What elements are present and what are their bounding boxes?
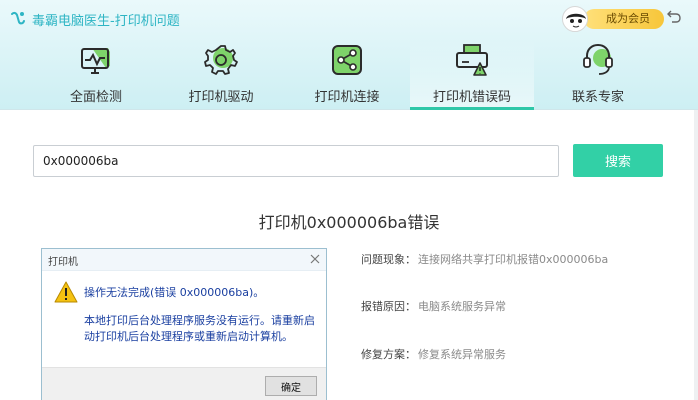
dialog-titlebar: 打印机 — [42, 249, 326, 271]
page-title: 打印机0x000006ba错误 — [258, 213, 440, 232]
error-dialog-screenshot: 打印机 操作无法完成(错误 0x000006ba)。 本地打印后台处理程序服务没… — [41, 248, 327, 400]
warning-icon — [54, 281, 78, 303]
app-logo-icon — [11, 11, 25, 25]
tab-printer-connect[interactable]: 打印机连接 — [285, 40, 409, 110]
search-input[interactable] — [33, 145, 559, 177]
tab-label: 全面检测 — [69, 90, 122, 105]
tab-printer-driver[interactable]: 打印机驱动 — [159, 40, 283, 110]
dialog-main-message: 操作无法完成(错误 0x000006ba)。 — [84, 286, 265, 299]
info-cause: 报错原因： 电脑系统服务异常 — [361, 298, 506, 314]
dialog-footer: 确定 — [42, 367, 326, 400]
dialog-detail-message: 本地打印后台处理程序服务没有运行。请重新启动打印机后台处理程序或重新启动计算机。 — [84, 314, 315, 343]
tab-label: 打印机驱动 — [188, 90, 254, 105]
dialog-title: 打印机 — [48, 257, 78, 268]
headset-icon — [583, 43, 613, 75]
tab-full-check[interactable]: 全面检测 — [34, 40, 158, 110]
gear-driver-icon — [204, 45, 238, 75]
avatar-face-icon — [564, 8, 587, 31]
tab-label: 打印机连接 — [314, 90, 380, 105]
become-member-button[interactable]: 成为会员 — [584, 9, 664, 29]
back-icon[interactable] — [664, 8, 684, 28]
active-tab-indicator — [410, 107, 534, 110]
share-connect-icon — [332, 45, 362, 75]
ok-button: 确定 — [265, 376, 317, 396]
tab-printer-error-code[interactable]: 打印机错误码 — [410, 40, 534, 110]
monitor-check-icon — [81, 48, 110, 74]
scrollbar[interactable] — [694, 110, 698, 400]
top-header: 毒霸电脑医生-打印机问题 成为会员 全面检测 打印机驱动 打印机连接 打印机错误… — [0, 0, 698, 110]
info-label: 报错原因： — [361, 300, 416, 313]
info-value: 电脑系统服务异常 — [418, 300, 506, 313]
info-label: 问题现象： — [361, 253, 416, 266]
tab-contact-expert[interactable]: 联系专家 — [536, 40, 660, 110]
avatar[interactable] — [562, 6, 588, 32]
tab-label: 联系专家 — [571, 90, 624, 105]
app-title: 毒霸电脑医生-打印机问题 — [32, 14, 180, 29]
info-value: 连接网络共享打印机报错0x000006ba — [418, 253, 609, 266]
info-fix: 修复方案： 修复系统异常服务 — [361, 346, 506, 362]
printer-warning-icon — [456, 44, 488, 76]
info-symptom: 问题现象： 连接网络共享打印机报错0x000006ba — [361, 251, 608, 267]
info-label: 修复方案： — [361, 348, 416, 361]
tab-label: 打印机错误码 — [432, 90, 511, 105]
search-button[interactable]: 搜索 — [573, 144, 663, 177]
info-value: 修复系统异常服务 — [418, 348, 506, 361]
close-icon — [310, 254, 320, 264]
